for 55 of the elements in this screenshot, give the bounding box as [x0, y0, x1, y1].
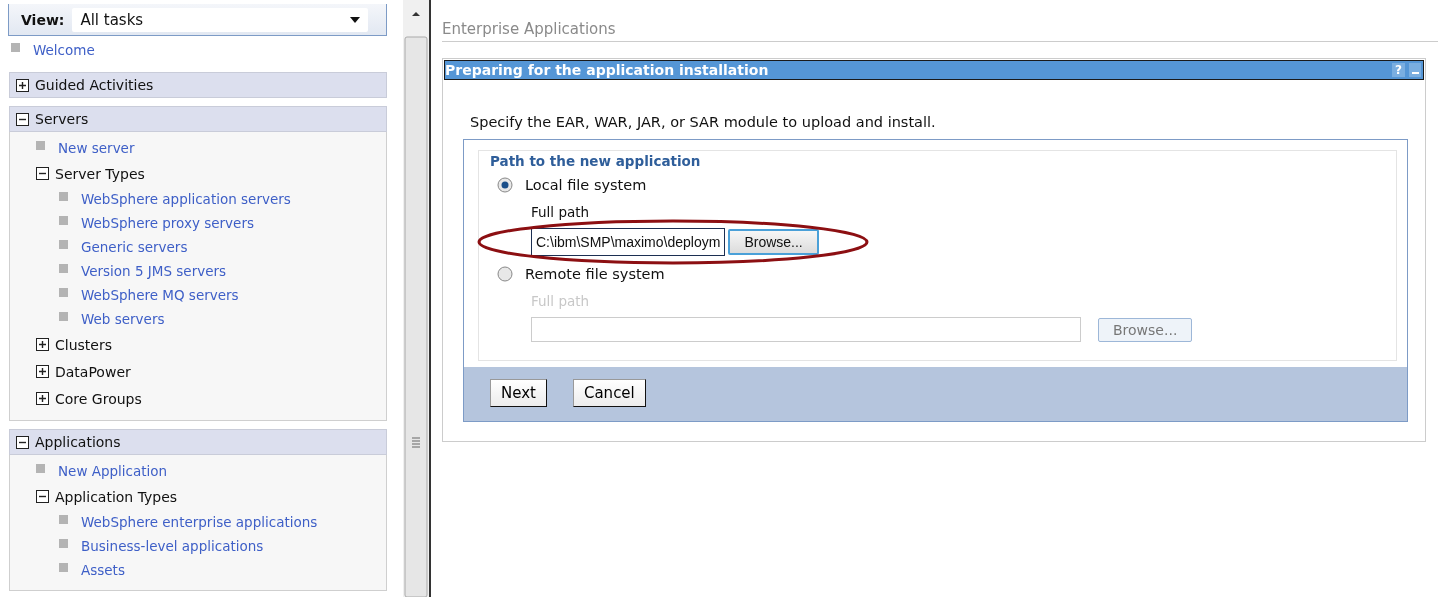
bullet-icon — [11, 42, 20, 52]
view-label: View: — [21, 11, 65, 28]
nav-link[interactable]: WebSphere MQ servers — [81, 287, 239, 303]
collapse-icon[interactable] — [16, 435, 29, 449]
bullet-icon — [59, 239, 68, 249]
collapse-icon[interactable] — [16, 112, 29, 126]
bullet-icon — [59, 514, 68, 524]
expand-icon[interactable] — [36, 392, 49, 405]
fieldset-legend: Path to the new application — [488, 153, 703, 169]
bullet-icon — [59, 562, 68, 572]
section-header[interactable]: Applications — [9, 429, 387, 455]
dropdown-caret-icon — [350, 16, 360, 23]
vertical-scrollbar[interactable] — [403, 0, 429, 597]
tree-node[interactable]: Core Groups — [55, 390, 142, 407]
bullet-icon — [59, 538, 68, 548]
radio-button[interactable] — [497, 177, 513, 193]
bullet-icon — [59, 287, 68, 297]
bullet-icon — [36, 463, 45, 473]
expand-icon[interactable] — [36, 365, 49, 378]
radio-label[interactable]: Local file system — [525, 177, 647, 193]
nav-link[interactable]: WebSphere proxy servers — [81, 215, 254, 231]
action-button[interactable]: Cancel — [572, 379, 646, 407]
bullet-icon — [59, 263, 68, 273]
section-header[interactable]: Guided Activities — [9, 72, 387, 98]
expand-icon[interactable] — [16, 78, 29, 92]
welcome-link[interactable]: Welcome — [33, 42, 95, 58]
nav-link[interactable]: New server — [58, 140, 135, 156]
section-header[interactable]: Servers — [9, 106, 387, 132]
bullet-icon — [59, 191, 68, 201]
collapse-icon[interactable] — [36, 490, 49, 503]
nav-link[interactable]: Version 5 JMS servers — [81, 263, 227, 279]
field-label: Full path — [531, 204, 590, 220]
nav-link[interactable]: Generic servers — [81, 239, 188, 255]
bullet-icon — [59, 215, 68, 225]
nav-link[interactable]: WebSphere application servers — [81, 191, 291, 207]
bullet-icon — [59, 311, 68, 321]
collapse-icon[interactable] — [36, 167, 49, 180]
nav-link[interactable]: WebSphere enterprise applications — [81, 514, 318, 530]
tree-node[interactable]: Clusters — [55, 336, 112, 353]
browse-button[interactable]: Browse... — [728, 229, 819, 255]
tree-node[interactable]: Application Types — [55, 488, 178, 505]
view-dropdown[interactable]: All tasks — [72, 7, 368, 32]
bullet-icon — [36, 140, 45, 150]
instruction-text: Specify the EAR, WAR, JAR, or SAR module to upload and install. — [470, 114, 937, 130]
panel-title-bar: Preparing for the application installation ? — [444, 60, 1424, 80]
nav-link[interactable]: Web servers — [81, 311, 165, 327]
nav-link[interactable]: Assets — [81, 562, 125, 578]
nav-link[interactable]: New Application — [58, 463, 168, 479]
breadcrumb-title: Enterprise Applications — [442, 20, 1438, 42]
tree-node[interactable]: DataPower — [55, 363, 131, 380]
nav-link[interactable]: Business-level applications — [81, 538, 264, 554]
action-button[interactable]: Next — [490, 379, 547, 407]
tree-node[interactable]: Server Types — [55, 165, 145, 182]
file-path-field[interactable]: C:\ibm\SMP\maximo\deploym — [531, 228, 726, 256]
expand-icon[interactable] — [36, 338, 49, 351]
